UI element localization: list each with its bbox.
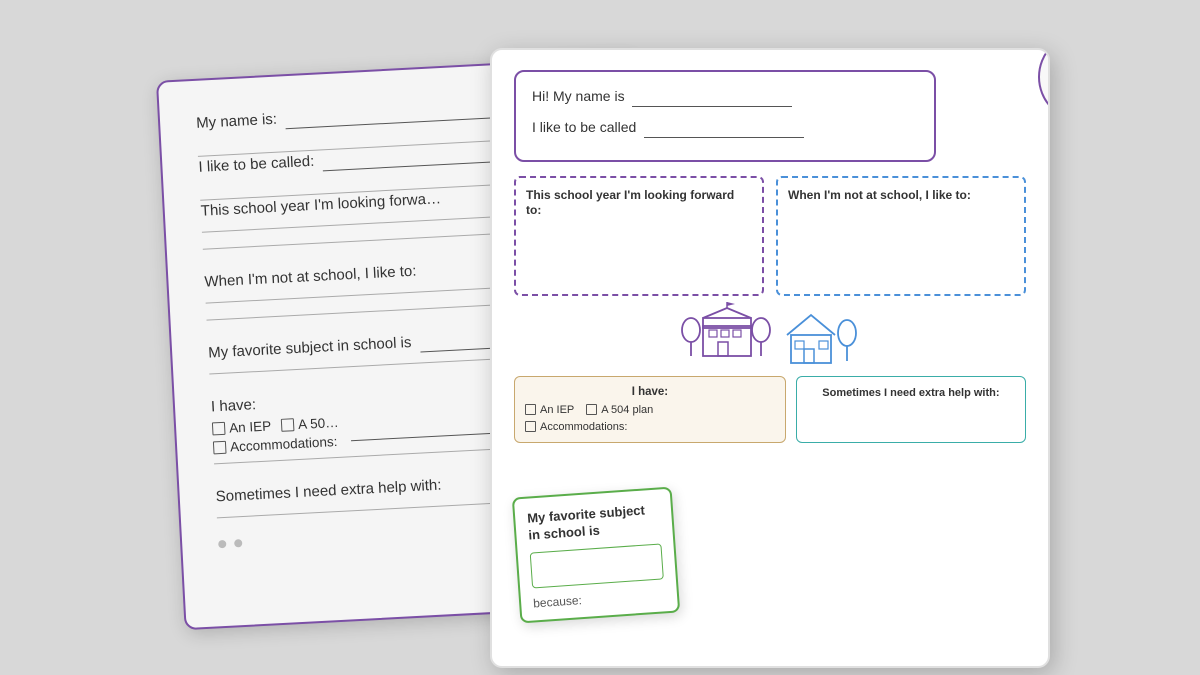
extra-help-label: Sometimes I need extra help with: [215,476,442,505]
green-card: My favorite subject in school is because… [512,486,680,623]
favorite-subject-label: My favorite subject in school is [208,333,412,361]
scene: My name is: I like to be called: This sc… [150,48,1050,628]
school-year-title: This school year I'm looking forward to: [526,188,752,219]
front-checkbox-row-1: An IEP A 504 plan [525,404,775,416]
green-card-because: because: [533,587,666,610]
iep-checkbox: An IEP [212,418,272,436]
called-label: I like to be called: [198,152,315,175]
iep-cb [212,421,226,435]
name-line-1: Hi! My name is [532,86,918,107]
dot-2 [234,539,242,547]
green-card-field [530,543,664,588]
front-504-cb [586,404,597,415]
accom-label: Accommodations: [230,433,338,454]
house-icon [779,303,859,368]
i-have-box: I have: An IEP A 504 plan Accommodations… [514,376,786,443]
photo-circle: This is me: [1038,48,1050,122]
name-section: Hi! My name is I like to be called [514,70,936,162]
sometimes-title: Sometimes I need extra help with: [807,386,1015,400]
middle-section: This school year I'm looking forward to:… [514,176,1026,296]
hi-my-name-label: Hi! My name is [532,88,625,104]
accom-underline [351,431,511,440]
name-label: My name is: [196,110,278,131]
accom-cb [213,440,227,454]
called-label-front: I like to be called [532,119,636,135]
bottom-section: I have: An IEP A 504 plan Accommodations… [514,376,1026,443]
not-at-school-title: When I'm not at school, I like to: [788,188,1014,204]
dot-1 [218,539,226,547]
front-page: This is me: Hi! My name is I like to be … [490,48,1050,668]
front-accom-cb [525,421,536,432]
illustration-row [514,296,1026,376]
name-underline [286,116,506,129]
green-card-title: My favorite subject in school is [527,501,661,544]
name-input-line [632,106,792,107]
i-have-title: I have: [525,386,775,398]
name-line-2: I like to be called [532,117,918,138]
sometimes-box: Sometimes I need extra help with: [796,376,1026,443]
accom-checkbox: Accommodations: [213,433,338,454]
plan-cb [281,418,295,432]
looking-forward-label: This school year I'm looking forwa… [200,190,441,220]
iep-label: An IEP [229,418,272,435]
school-building-icon [681,298,771,368]
front-iep-label: An IEP [540,404,574,416]
plan-checkbox: A 50… [281,414,339,432]
front-checkbox-row-2: Accommodations: [525,421,775,433]
not-at-school-box: When I'm not at school, I like to: [776,176,1026,296]
school-year-box: This school year I'm looking forward to: [514,176,764,296]
not-at-school-label: When I'm not at school, I like to: [204,262,417,290]
front-iep-cb [525,404,536,415]
plan-label: A 50… [298,414,339,431]
called-input-line [644,137,804,138]
front-504-label: A 504 plan [601,404,653,416]
front-accom-label: Accommodations: [540,421,627,433]
i-have-label: I have: [211,396,257,415]
